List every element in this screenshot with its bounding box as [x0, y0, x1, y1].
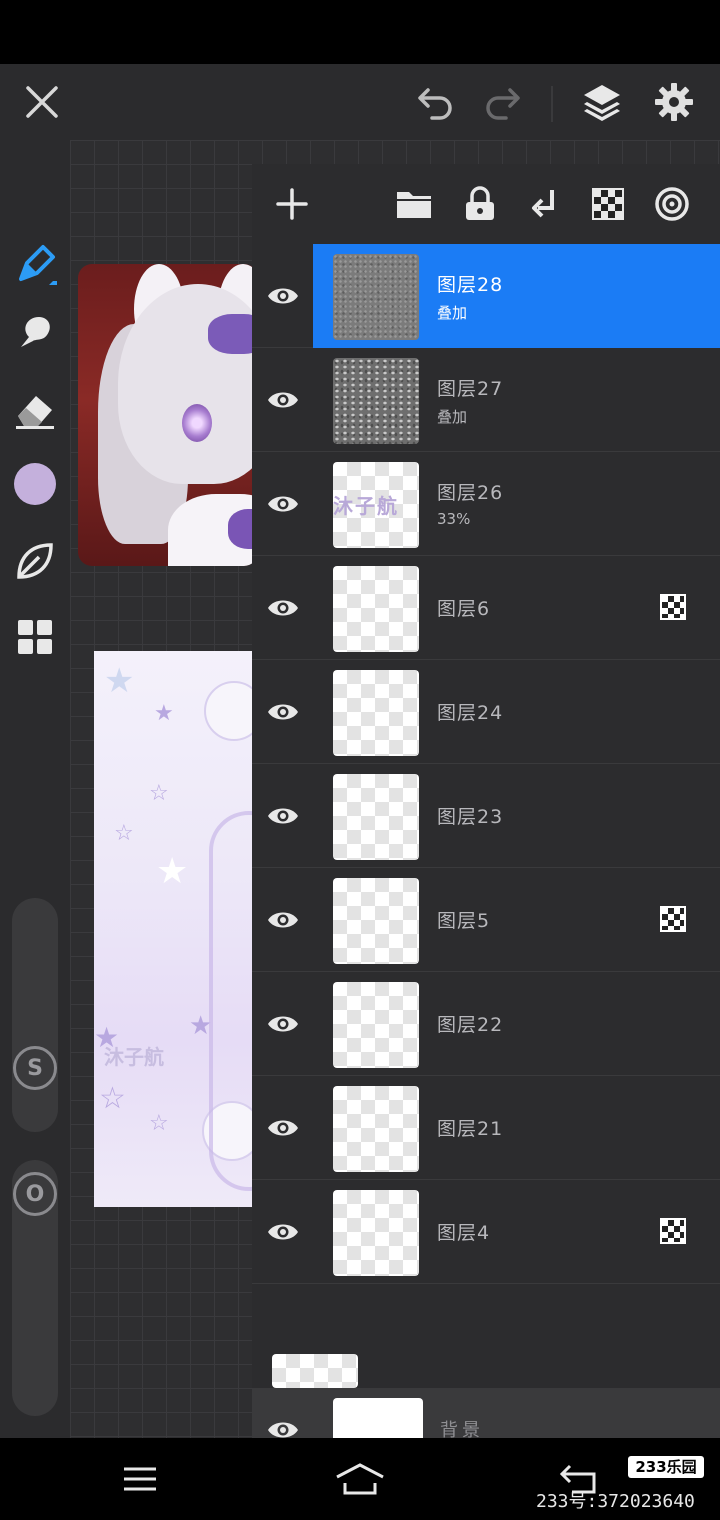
- home-icon[interactable]: [330, 1452, 390, 1506]
- layer-row[interactable]: 图层27 叠加: [252, 348, 720, 452]
- layer-row[interactable]: 图层28 叠加: [252, 244, 720, 348]
- eye-icon[interactable]: [252, 556, 313, 660]
- layer-body[interactable]: 图层27 叠加: [313, 348, 720, 452]
- layer-body[interactable]: 图层5: [313, 868, 720, 972]
- eye-icon[interactable]: [252, 1076, 313, 1180]
- layer-row[interactable]: 图层6: [252, 556, 720, 660]
- layer-body[interactable]: 沐子航 图层26 33%: [313, 452, 720, 556]
- top-bar-separator: [551, 86, 553, 122]
- layer-thumbnail: [333, 982, 419, 1068]
- layer-thumbnail: [333, 878, 419, 964]
- layer-name: 图层4: [437, 1222, 491, 1244]
- watermark-id: 233号:372023640: [536, 1491, 695, 1512]
- layer-body[interactable]: 图层23: [313, 764, 720, 868]
- left-toolbar: S O: [0, 140, 70, 1438]
- layer-body[interactable]: 图层24: [313, 660, 720, 764]
- layer-row[interactable]: 图层22: [252, 972, 720, 1076]
- smudge-icon[interactable]: [10, 308, 60, 358]
- clipping-badge-icon: [660, 906, 686, 932]
- layer-row[interactable]: 图层4: [252, 1180, 720, 1284]
- layer-blend-info: 叠加: [437, 304, 468, 322]
- opacity-slider[interactable]: O: [12, 1160, 58, 1416]
- clipping-badge-icon: [660, 1218, 686, 1244]
- layer-body[interactable]: 图层22: [313, 972, 720, 1076]
- layer-body[interactable]: 图层21: [313, 1076, 720, 1180]
- top-bar: [0, 64, 720, 140]
- layer-thumbnail: [333, 566, 419, 652]
- layer-row[interactable]: 沐子航 图层26 33%: [252, 452, 720, 556]
- opacity-slider-knob[interactable]: O: [13, 1172, 57, 1216]
- layer-thumbnail: [333, 1086, 419, 1172]
- eye-icon[interactable]: [252, 972, 313, 1076]
- drawing-app: ★ ★ ☆ ☆ ★ ★ ☆ ☆ ★ 沐子航 S O 图层28 叠加 图层27 叠…: [0, 64, 720, 1438]
- mask-icon[interactable]: [644, 176, 700, 232]
- layer-row[interactable]: 图层23: [252, 764, 720, 868]
- layer-name: 图层28: [437, 274, 504, 296]
- eraser-icon[interactable]: [10, 386, 60, 436]
- brush-size-slider[interactable]: S: [12, 898, 58, 1132]
- layers-toolbar: [252, 164, 720, 244]
- eye-icon[interactable]: [252, 244, 313, 348]
- star-decoration: ★: [104, 661, 135, 701]
- reference-image[interactable]: [78, 264, 258, 566]
- settings-icon[interactable]: [646, 74, 702, 130]
- layer-name: 图层5: [437, 910, 491, 932]
- status-bar: [0, 0, 720, 64]
- clipping-badge-icon: [660, 594, 686, 620]
- close-icon[interactable]: [14, 74, 70, 130]
- artwork-preview[interactable]: ★ ★ ☆ ☆ ★ ★ ☆ ☆ ★ 沐子航: [94, 651, 264, 1207]
- eye-icon[interactable]: [252, 660, 313, 764]
- background-layer-label: 背景: [440, 1420, 484, 1438]
- eye-icon[interactable]: [252, 1388, 313, 1438]
- layer-row-partial[interactable]: [252, 1344, 720, 1388]
- eye-icon[interactable]: [252, 1180, 313, 1284]
- layer-name: 图层21: [437, 1118, 504, 1140]
- size-slider-knob[interactable]: S: [13, 1046, 57, 1090]
- redo-icon[interactable]: [474, 74, 530, 130]
- folder-icon[interactable]: [386, 176, 442, 232]
- layer-body[interactable]: 图层6: [313, 556, 720, 660]
- watermark-logo: 233乐园: [628, 1456, 704, 1478]
- layer-thumbnail: [333, 1190, 419, 1276]
- layer-name: 图层22: [437, 1014, 504, 1036]
- merge-down-icon[interactable]: [516, 176, 572, 232]
- eye-icon[interactable]: [252, 452, 313, 556]
- undo-icon[interactable]: [408, 74, 464, 130]
- background-thumbnail: [333, 1398, 423, 1438]
- layers-panel: 图层28 叠加 图层27 叠加 沐子航 图层26 33% 图层6 图层24 图层23 图层5 图层22…: [252, 164, 720, 1438]
- eye-icon[interactable]: [252, 764, 313, 868]
- layer-body[interactable]: 图层4: [313, 1180, 720, 1284]
- layer-row[interactable]: 图层24: [252, 660, 720, 764]
- layer-blend-info: 33%: [437, 510, 471, 528]
- menu-icon[interactable]: [110, 1452, 170, 1506]
- layer-name: 图层23: [437, 806, 504, 828]
- lock-icon[interactable]: [452, 176, 508, 232]
- background-layer-row[interactable]: 背景: [252, 1388, 720, 1438]
- layer-thumbnail: [333, 670, 419, 756]
- layer-thumbnail: [333, 358, 419, 444]
- thumbnail-text: 沐子航: [333, 494, 399, 518]
- character-eye: [182, 404, 212, 442]
- clipping-icon[interactable]: [580, 176, 636, 232]
- grid-icon[interactable]: [10, 612, 60, 662]
- layers-icon[interactable]: [574, 74, 630, 130]
- layer-thumbnail: [333, 774, 419, 860]
- layer-thumbnail: 沐子航: [333, 462, 419, 548]
- layer-row[interactable]: 图层21: [252, 1076, 720, 1180]
- add-icon[interactable]: [264, 176, 320, 232]
- eye-icon[interactable]: [252, 348, 313, 452]
- layer-blend-info: 叠加: [437, 408, 468, 426]
- color-swatch[interactable]: [10, 459, 60, 509]
- layer-row[interactable]: 图层5: [252, 868, 720, 972]
- eye-icon[interactable]: [252, 868, 313, 972]
- brush-icon[interactable]: [10, 240, 60, 290]
- layer-name: 图层26: [437, 482, 504, 504]
- leaf-icon[interactable]: [10, 536, 60, 586]
- layer-name: 图层6: [437, 598, 491, 620]
- layer-thumbnail: [333, 254, 419, 340]
- layer-name: 图层27: [437, 378, 504, 400]
- layer-body[interactable]: 图层28 叠加: [313, 244, 720, 348]
- layer-name: 图层24: [437, 702, 504, 724]
